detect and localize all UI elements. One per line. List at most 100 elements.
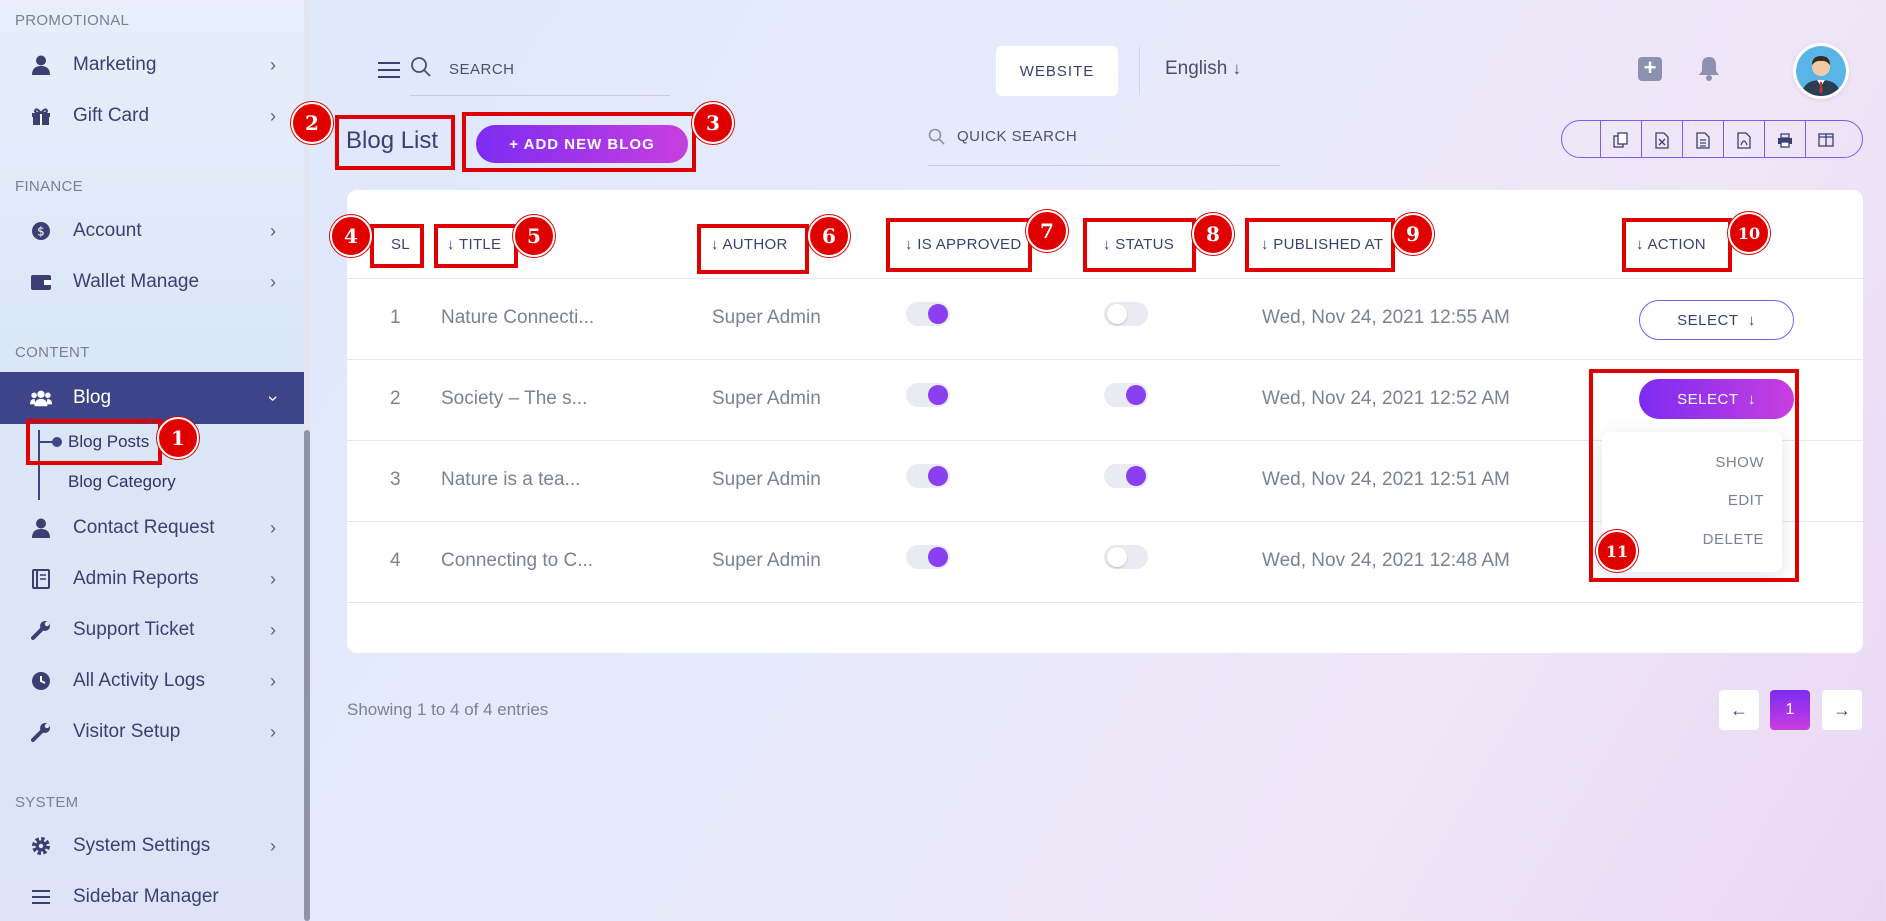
sidebar-item-label: Admin Reports xyxy=(73,568,199,589)
arrow-left-icon: ← xyxy=(1730,699,1748,720)
sidebar-item-label: All Activity Logs xyxy=(73,670,205,691)
approved-toggle[interactable] xyxy=(906,383,950,407)
entries-info: Showing 1 to 4 of 4 entries xyxy=(347,700,549,719)
highlight-box xyxy=(434,224,518,268)
annotation-badge: 10 xyxy=(1728,212,1770,254)
section-label-content: CONTENT xyxy=(15,344,90,361)
row-title[interactable]: Society – The s... xyxy=(441,388,587,410)
section-label-system: SYSTEM xyxy=(15,794,79,811)
row-title[interactable]: Connecting to C... xyxy=(441,550,593,572)
menu-icon xyxy=(30,886,52,908)
annotation-badge: 5 xyxy=(513,215,555,257)
annotation-badge: 8 xyxy=(1192,213,1234,255)
row-title[interactable]: Nature Connecti... xyxy=(441,307,594,329)
select-label: SELECT xyxy=(1677,311,1739,329)
select-action-button[interactable]: SELECT ↓ xyxy=(1639,300,1794,340)
chevron-right-icon: › xyxy=(270,619,276,640)
sidebar-item-sidebar-manager[interactable]: Sidebar Manager xyxy=(0,872,304,921)
sidebar-item-all-activity-logs[interactable]: All Activity Logs › xyxy=(0,656,304,706)
chevron-right-icon: › xyxy=(270,54,276,75)
approved-toggle[interactable] xyxy=(906,545,950,569)
status-toggle[interactable] xyxy=(1104,545,1148,569)
bell-icon[interactable] xyxy=(1697,55,1721,86)
sidebar-item-system-settings[interactable]: System Settings › xyxy=(0,821,304,871)
clock-icon xyxy=(30,670,52,692)
status-toggle[interactable] xyxy=(1104,464,1148,488)
row-published-at: Wed, Nov 24, 2021 12:55 AM xyxy=(1262,307,1510,328)
gear-icon xyxy=(30,835,52,857)
search-input[interactable]: SEARCH xyxy=(410,52,670,96)
sidebar-item-marketing[interactable]: Marketing › xyxy=(0,40,304,90)
sidebar-item-label: Wallet Manage xyxy=(73,271,200,292)
avatar[interactable] xyxy=(1793,43,1849,99)
copy-icon[interactable] xyxy=(1600,121,1641,157)
sidebar-item-admin-reports[interactable]: Admin Reports › xyxy=(0,554,304,604)
highlight-box xyxy=(1622,218,1732,272)
highlight-box xyxy=(335,115,455,170)
export-toolbar xyxy=(1561,120,1863,158)
sidebar-item-blog[interactable]: Blog › xyxy=(0,372,304,424)
approved-toggle[interactable] xyxy=(906,302,950,326)
row-sl: 2 xyxy=(390,388,401,409)
annotation-badge: 2 xyxy=(291,102,333,144)
print-icon[interactable] xyxy=(1764,121,1805,157)
page-button-current[interactable]: 1 xyxy=(1770,690,1810,730)
prev-page-button[interactable]: ← xyxy=(1719,690,1759,730)
sidebar-item-gift-card[interactable]: Gift Card › xyxy=(0,91,304,141)
sidebar-item-wallet-manage[interactable]: Wallet Manage › xyxy=(0,257,304,307)
search-icon xyxy=(928,128,946,151)
section-label-finance: FINANCE xyxy=(15,178,83,195)
row-published-at: Wed, Nov 24, 2021 12:51 AM xyxy=(1262,469,1510,490)
scrollbar-thumb[interactable] xyxy=(304,430,310,921)
chevron-right-icon: › xyxy=(270,105,276,126)
row-sl: 1 xyxy=(390,307,401,328)
next-page-button[interactable]: → xyxy=(1822,690,1862,730)
sidebar-item-label: Contact Request xyxy=(73,517,215,538)
quick-search-input[interactable]: QUICK SEARCH xyxy=(928,120,1280,166)
row-published-at: Wed, Nov 24, 2021 12:48 AM xyxy=(1262,550,1510,571)
row-author: Super Admin xyxy=(712,307,821,328)
website-button[interactable]: WEBSITE xyxy=(996,46,1118,96)
csv-icon[interactable] xyxy=(1682,121,1723,157)
highlight-box xyxy=(1083,218,1196,272)
section-label-promotional: PROMOTIONAL xyxy=(15,12,130,29)
status-toggle[interactable] xyxy=(1104,383,1148,407)
status-toggle[interactable] xyxy=(1104,302,1148,326)
report-icon xyxy=(30,568,52,590)
add-icon[interactable]: + xyxy=(1638,57,1662,81)
header-divider xyxy=(1139,47,1140,95)
row-sl: 4 xyxy=(390,550,401,571)
sidebar-item-label: Blog xyxy=(73,387,112,408)
arrow-down-icon: ↓ xyxy=(1747,311,1756,329)
sidebar-item-label: System Settings xyxy=(73,835,211,856)
sidebar-item-contact-request[interactable]: Contact Request › xyxy=(0,503,304,553)
columns-icon[interactable] xyxy=(1805,121,1846,157)
chevron-right-icon: › xyxy=(270,721,276,742)
annotation-badge: 11 xyxy=(1596,530,1638,572)
row-title[interactable]: Nature is a tea... xyxy=(441,469,580,491)
svg-text:$: $ xyxy=(37,225,45,239)
sidebar-item-visitor-setup[interactable]: Visitor Setup › xyxy=(0,707,304,757)
user-icon xyxy=(30,54,52,76)
language-selector[interactable]: English ↓ xyxy=(1165,58,1241,80)
users-icon xyxy=(30,387,52,409)
sidebar-item-account[interactable]: $ Account › xyxy=(0,206,304,256)
row-author: Super Admin xyxy=(712,469,821,490)
excel-icon[interactable] xyxy=(1641,121,1682,157)
pdf-icon[interactable] xyxy=(1723,121,1764,157)
money-icon: $ xyxy=(30,220,52,242)
annotation-badge: 4 xyxy=(330,215,372,257)
chevron-right-icon: › xyxy=(270,220,276,241)
sidebar-item-label: Account xyxy=(73,220,142,241)
approved-toggle[interactable] xyxy=(906,464,950,488)
sidebar-subitem-blog-category[interactable]: Blog Category xyxy=(68,472,176,492)
row-author: Super Admin xyxy=(712,550,821,571)
hamburger-menu-icon[interactable] xyxy=(378,62,400,83)
row-divider xyxy=(347,602,1863,603)
sidebar-item-support-ticket[interactable]: Support Ticket › xyxy=(0,605,304,655)
search-icon xyxy=(410,56,432,83)
annotation-badge: 7 xyxy=(1026,210,1068,252)
sidebar-item-label: Marketing xyxy=(73,54,157,75)
sidebar-item-label: Visitor Setup xyxy=(73,721,181,742)
annotation-badge: 3 xyxy=(692,102,734,144)
